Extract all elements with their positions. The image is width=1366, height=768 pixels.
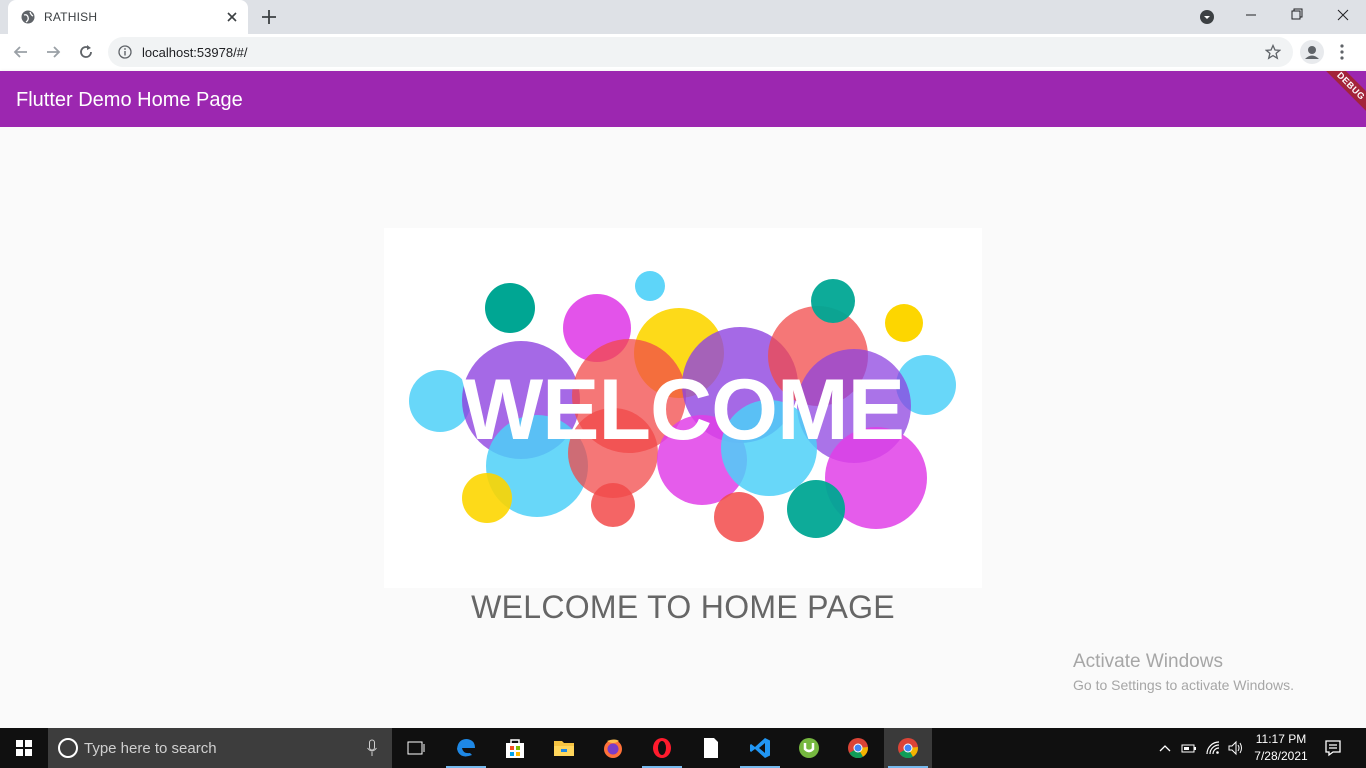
- tab-title: RATHISH: [44, 10, 98, 24]
- browser-menu-icon[interactable]: [1336, 43, 1348, 61]
- close-tab-icon[interactable]: [224, 9, 240, 25]
- reload-icon[interactable]: [77, 43, 95, 61]
- minimize-window-icon[interactable]: [1228, 0, 1274, 30]
- globe-icon: [21, 10, 35, 24]
- watermark-subtitle: Go to Settings to activate Windows.: [1073, 677, 1294, 693]
- wifi-icon[interactable]: [1205, 740, 1221, 756]
- clock-time: 11:17 PM: [1255, 732, 1307, 746]
- opera-icon[interactable]: [638, 728, 686, 768]
- file-explorer-icon[interactable]: [540, 728, 588, 768]
- watermark-title: Activate Windows: [1073, 651, 1223, 672]
- firefox-icon[interactable]: [589, 728, 637, 768]
- vscode-icon[interactable]: [736, 728, 784, 768]
- search-placeholder: Type here to search: [84, 740, 217, 757]
- welcome-caption: WELCOME TO HOME PAGE: [471, 589, 895, 625]
- address-bar[interactable]: localhost:53978/#/: [108, 37, 1293, 67]
- url-text[interactable]: localhost:53978/#/: [142, 45, 248, 60]
- welcome-image: WELCOME: [384, 228, 982, 588]
- app-bar: Flutter Demo Home Page DEBUG: [0, 71, 1366, 127]
- chrome-icon[interactable]: [834, 728, 882, 768]
- browser-tab[interactable]: RATHISH: [8, 0, 248, 34]
- clock-date: 7/28/2021: [1254, 749, 1308, 763]
- close-window-icon[interactable]: [1320, 0, 1366, 30]
- notepad-icon[interactable]: [687, 728, 735, 768]
- show-hidden-icons-chevron-icon[interactable]: [1157, 740, 1173, 756]
- action-center-icon[interactable]: [1324, 739, 1342, 757]
- chrome-active-icon[interactable]: [884, 728, 932, 768]
- profile-avatar-icon[interactable]: [1300, 40, 1324, 64]
- debug-banner: DEBUG: [1314, 71, 1366, 123]
- bookmark-star-icon[interactable]: [1265, 44, 1281, 60]
- activate-windows-watermark: Activate Windows Go to Settings to activ…: [1073, 651, 1294, 693]
- page-title: Flutter Demo Home Page: [16, 89, 243, 111]
- tab-search-dropdown-icon[interactable]: [1199, 9, 1215, 25]
- store-icon[interactable]: [491, 728, 539, 768]
- task-view-icon[interactable]: [392, 728, 440, 768]
- cortana-icon: [58, 738, 78, 758]
- battery-icon[interactable]: [1181, 740, 1197, 756]
- forward-arrow-icon[interactable]: [44, 43, 62, 61]
- taskbar-search-input[interactable]: Type here to search: [48, 728, 392, 768]
- windows-start-icon[interactable]: [0, 728, 48, 768]
- volume-icon[interactable]: [1228, 740, 1244, 756]
- windows-taskbar: Type here to search 11:17 PM 7/28/2021: [0, 728, 1366, 768]
- utorrent-icon[interactable]: [785, 728, 833, 768]
- back-arrow-icon[interactable]: [12, 43, 30, 61]
- page-body: WELCOME WELCOME TO HOME PAGE Activate Wi…: [0, 127, 1366, 728]
- microphone-icon[interactable]: [366, 739, 378, 757]
- system-clock[interactable]: 11:17 PM 7/28/2021: [1246, 731, 1316, 765]
- new-tab-plus-icon[interactable]: [260, 8, 278, 26]
- welcome-word: WELCOME: [462, 362, 904, 458]
- site-info-icon[interactable]: [118, 45, 132, 59]
- restore-window-icon[interactable]: [1274, 0, 1320, 30]
- edge-icon[interactable]: [442, 728, 490, 768]
- browser-tab-strip: RATHISH: [0, 0, 1366, 34]
- browser-toolbar: localhost:53978/#/: [0, 34, 1366, 71]
